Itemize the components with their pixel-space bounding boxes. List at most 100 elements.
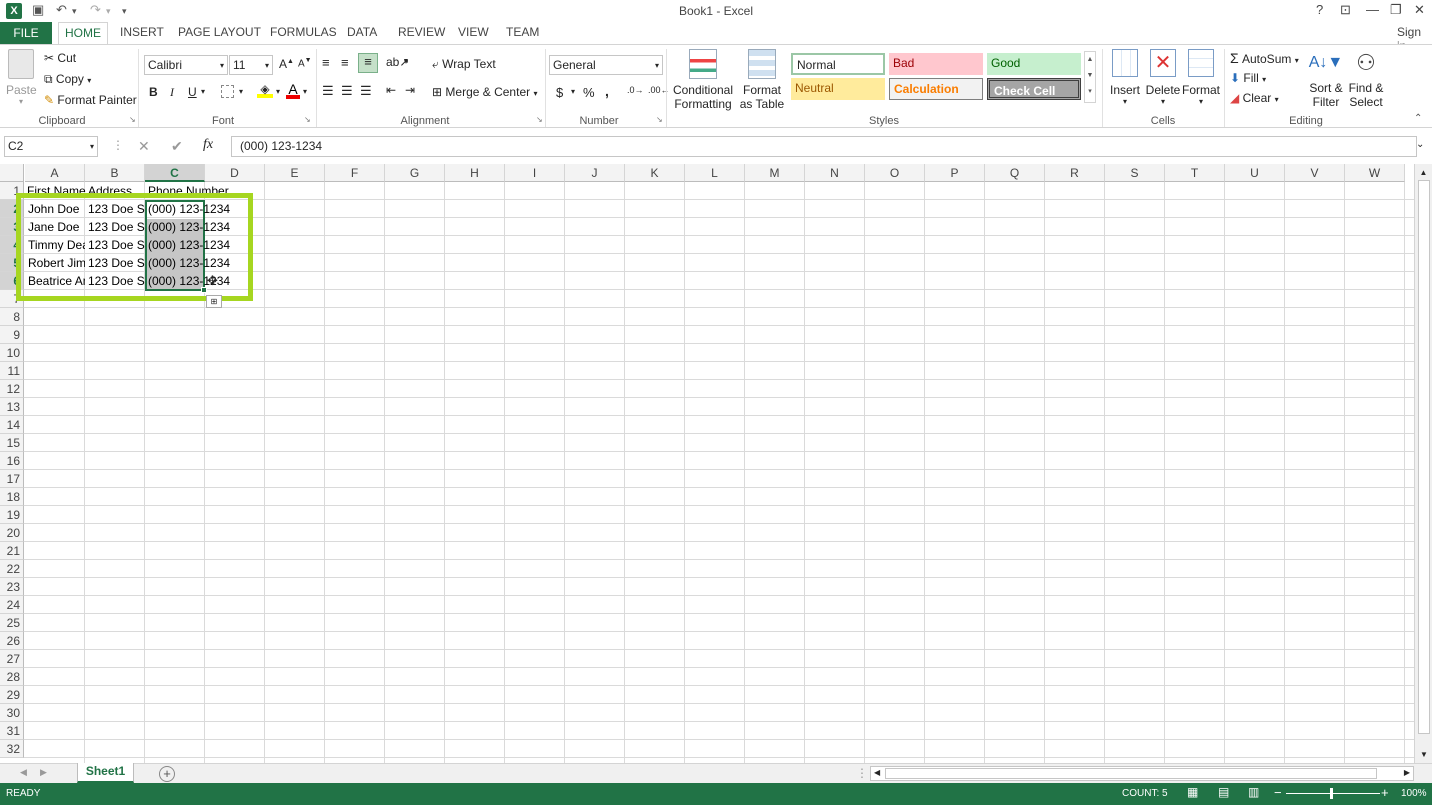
font-size-dropdown[interactable]: 11 ▾ (229, 55, 273, 75)
zoom-level[interactable]: 100% (1401, 788, 1427, 799)
tab-file[interactable]: FILE (0, 22, 52, 44)
style-check-cell[interactable]: Check Cell (987, 78, 1081, 100)
row-header-25[interactable]: 25 (0, 614, 24, 632)
worksheet-grid[interactable]: ABCDEFGHIJKLMNOPQRSTUVW 1 2 3 4 5 6 7 8 9 10 11 12 1… (0, 164, 1432, 764)
row-header-24[interactable]: 24 (0, 596, 24, 614)
horizontal-scrollbar[interactable]: ◀ ▶ (870, 766, 1414, 781)
scroll-down-icon[interactable]: ▼ (1415, 750, 1432, 759)
page-break-view-icon[interactable]: ▥ (1248, 785, 1259, 799)
row-header-26[interactable]: 26 (0, 632, 24, 650)
underline-button[interactable]: U (188, 85, 197, 99)
styles-gallery-scroll[interactable]: ▲ ▼ ▾ (1084, 51, 1096, 103)
ribbon-display-options-icon[interactable]: ⊡ (1340, 2, 1351, 18)
conditional-formatting-button[interactable]: Conditional Formatting (672, 49, 734, 111)
currency-dropdown-icon[interactable]: ▾ (571, 87, 575, 96)
column-header-d[interactable]: D (205, 164, 265, 182)
delete-cells-button[interactable]: ✕ Delete ▾ (1144, 49, 1182, 106)
style-calculation[interactable]: Calculation (889, 78, 983, 100)
column-header-w[interactable]: W (1345, 164, 1405, 182)
align-bottom-icon[interactable]: ≡ (358, 53, 378, 73)
row-header-21[interactable]: 21 (0, 542, 24, 560)
column-header-b[interactable]: B (85, 164, 145, 182)
column-header-f[interactable]: F (325, 164, 385, 182)
column-header-t[interactable]: T (1165, 164, 1225, 182)
column-header-u[interactable]: U (1225, 164, 1285, 182)
quick-analysis-icon[interactable]: ⊞ (206, 295, 222, 308)
insert-function-icon[interactable]: fx (203, 137, 213, 153)
vertical-scroll-thumb[interactable] (1418, 180, 1430, 734)
prev-sheet-icon[interactable]: ◀ (20, 767, 27, 778)
row-header-28[interactable]: 28 (0, 668, 24, 686)
row-header-10[interactable]: 10 (0, 344, 24, 362)
tab-view[interactable]: VIEW (458, 25, 489, 39)
column-header-n[interactable]: N (805, 164, 865, 182)
page-layout-view-icon[interactable]: ▤ (1218, 785, 1229, 799)
column-header-c[interactable]: C (145, 164, 205, 182)
enter-icon[interactable]: ✔ (171, 138, 183, 155)
row-header-30[interactable]: 30 (0, 704, 24, 722)
column-header-a[interactable]: A (25, 164, 85, 182)
wrap-text-button[interactable]: ⤶ Wrap Text (432, 57, 496, 72)
underline-dropdown-icon[interactable]: ▾ (201, 87, 205, 96)
comma-button[interactable]: , (605, 83, 609, 99)
increase-decimal-icon[interactable]: .0→ (627, 85, 644, 95)
font-name-dropdown[interactable]: Calibri ▾ (144, 55, 228, 75)
merge-center-button[interactable]: ⊞ Merge & Center ▾ (432, 85, 537, 99)
drag-handle-icon[interactable]: ⋮ (112, 138, 124, 152)
column-header-h[interactable]: H (445, 164, 505, 182)
collapse-ribbon-icon[interactable]: ⌃ (1414, 113, 1422, 124)
row-header-12[interactable]: 12 (0, 380, 24, 398)
style-normal[interactable]: Normal (791, 53, 885, 75)
increase-indent-icon[interactable]: ⇥ (405, 83, 415, 97)
vertical-scrollbar[interactable]: ▲ ▼ (1414, 164, 1432, 764)
tab-home[interactable]: HOME (58, 22, 108, 45)
column-header-m[interactable]: M (745, 164, 805, 182)
font-color-dropdown-icon[interactable]: ▾ (303, 87, 307, 96)
style-bad[interactable]: Bad (889, 53, 983, 75)
column-header-p[interactable]: P (925, 164, 985, 182)
paste-button[interactable]: Paste ▾ (6, 49, 37, 109)
row-header-27[interactable]: 27 (0, 650, 24, 668)
row-header-22[interactable]: 22 (0, 560, 24, 578)
number-format-dropdown[interactable]: General ▾ (549, 55, 663, 75)
zoom-in-icon[interactable]: + (1381, 785, 1389, 800)
row-header-13[interactable]: 13 (0, 398, 24, 416)
increase-font-icon[interactable]: A▲ (279, 57, 294, 71)
column-header-q[interactable]: Q (985, 164, 1045, 182)
format-as-table-button[interactable]: Format as Table (737, 49, 787, 111)
tab-data[interactable]: DATA (347, 25, 377, 39)
minimize-button[interactable]: — (1366, 2, 1379, 17)
zoom-slider[interactable] (1286, 793, 1380, 794)
name-box[interactable]: C2 ▾ (4, 136, 98, 157)
column-header-k[interactable]: K (625, 164, 685, 182)
restore-button[interactable]: ❐ (1390, 2, 1402, 18)
row-header-31[interactable]: 31 (0, 722, 24, 740)
add-sheet-icon[interactable]: + (159, 766, 175, 782)
tab-formulas[interactable]: FORMULAS (270, 25, 337, 39)
font-color-icon[interactable]: A (286, 81, 300, 99)
row-header-8[interactable]: 8 (0, 308, 24, 326)
scroll-right-icon[interactable]: ▶ (1404, 768, 1410, 777)
column-header-o[interactable]: O (865, 164, 925, 182)
expand-formula-bar-icon[interactable]: ⌄ (1416, 139, 1424, 150)
row-header-32[interactable]: 32 (0, 740, 24, 758)
orientation-dropdown-icon[interactable]: ▾ (404, 57, 408, 66)
style-neutral[interactable]: Neutral (791, 78, 885, 100)
column-header-v[interactable]: V (1285, 164, 1345, 182)
column-header-e[interactable]: E (265, 164, 325, 182)
fill-color-icon[interactable]: ◈ (257, 82, 273, 98)
clipboard-launcher-icon[interactable]: ↘ (129, 115, 136, 124)
row-header-11[interactable]: 11 (0, 362, 24, 380)
row-header-19[interactable]: 19 (0, 506, 24, 524)
borders-icon[interactable] (221, 85, 234, 98)
align-right-icon[interactable]: ☰ (360, 83, 372, 99)
row-header-9[interactable]: 9 (0, 326, 24, 344)
fill-color-dropdown-icon[interactable]: ▾ (276, 87, 280, 96)
next-sheet-icon[interactable]: ▶ (40, 767, 47, 778)
insert-cells-button[interactable]: Insert ▾ (1106, 49, 1144, 106)
zoom-slider-thumb[interactable] (1330, 788, 1333, 799)
formula-input[interactable]: (000) 123-1234 (231, 136, 1417, 157)
column-header-s[interactable]: S (1105, 164, 1165, 182)
sort-filter-button[interactable]: A↓▼ Sort & Filter (1306, 49, 1346, 109)
find-select-button[interactable]: ⚇ Find & Select (1346, 49, 1386, 109)
